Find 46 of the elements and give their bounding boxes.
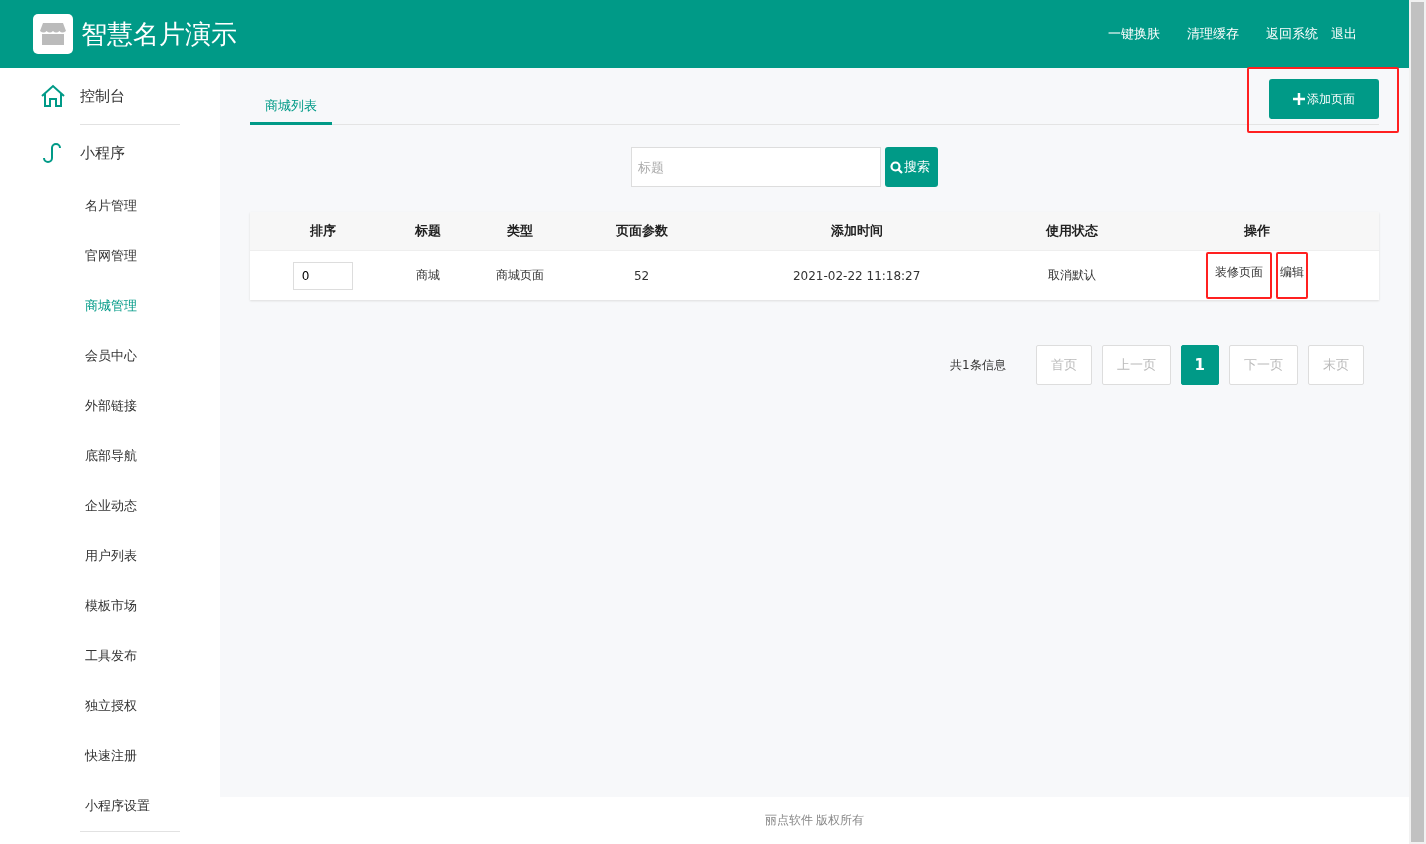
menu-section[interactable]: 控制台 <box>0 68 220 124</box>
menu-item[interactable]: 名片管理 <box>0 181 220 231</box>
menu-item[interactable]: 商城管理 <box>0 281 220 331</box>
header-link[interactable]: 清理缓存 <box>1187 25 1239 43</box>
header-link[interactable]: 返回系统 <box>1266 25 1318 43</box>
menu-item[interactable]: 企业动态 <box>0 481 220 531</box>
column-header: 标题 <box>395 212 462 251</box>
column-header: 添加时间 <box>704 212 1009 251</box>
sort-field[interactable]: 0 <box>292 261 353 290</box>
record-count: 共1条信息 <box>949 356 1006 374</box>
search-field[interactable]: 标题 <box>631 147 881 187</box>
column-header: 使用状态 <box>1008 212 1136 251</box>
search-button[interactable]: 搜索 <box>885 147 938 187</box>
action-link[interactable]: 编辑 <box>1280 265 1305 279</box>
menu-item[interactable]: 底部导航 <box>0 431 220 481</box>
shop-icon <box>40 23 66 45</box>
column-header: 页面参数 <box>578 212 705 251</box>
menu-item[interactable]: 独立授权 <box>0 681 220 731</box>
menu-section[interactable]: 小程序 <box>0 125 220 181</box>
copyright-text: 丽点软件 版权所有 <box>764 812 865 829</box>
menu-item[interactable]: 快速注册 <box>0 731 220 781</box>
menu-item[interactable]: 小程序设置 <box>0 781 220 831</box>
table-cell: 2021-02-22 11:18:27 <box>704 250 1009 300</box>
add-page-button[interactable]: 添加页面 <box>1269 79 1379 119</box>
scrollbar[interactable] <box>1409 0 1426 844</box>
menu-item[interactable]: 官网管理 <box>0 231 220 281</box>
menu-item[interactable]: 会员中心 <box>0 331 220 381</box>
column-header: 排序 <box>250 212 396 251</box>
column-header: 类型 <box>461 212 579 251</box>
app-title: 智慧名片演示 <box>81 17 238 51</box>
action-link[interactable]: 装修页面 <box>1215 265 1264 279</box>
column-header: 操作 <box>1135 212 1379 251</box>
search-icon <box>890 160 903 174</box>
table-cell: 商城 <box>395 250 462 300</box>
header-link[interactable]: 一键换肤 <box>1108 25 1160 43</box>
menu-item[interactable]: 用户列表 <box>0 531 220 581</box>
header-link[interactable]: 退出 <box>1331 25 1357 43</box>
home-icon <box>40 83 66 109</box>
table-cell: 商城页面 <box>461 250 579 300</box>
menu-item[interactable]: 外部链接 <box>0 381 220 431</box>
plus-icon <box>1293 93 1305 105</box>
menu-item[interactable]: 模板市场 <box>0 581 220 631</box>
table-cell: 52 <box>578 250 705 300</box>
page-button[interactable]: 1 <box>1180 345 1219 385</box>
table-cell: 取消默认 <box>1008 250 1136 300</box>
menu-item[interactable]: 工具发布 <box>0 631 220 681</box>
